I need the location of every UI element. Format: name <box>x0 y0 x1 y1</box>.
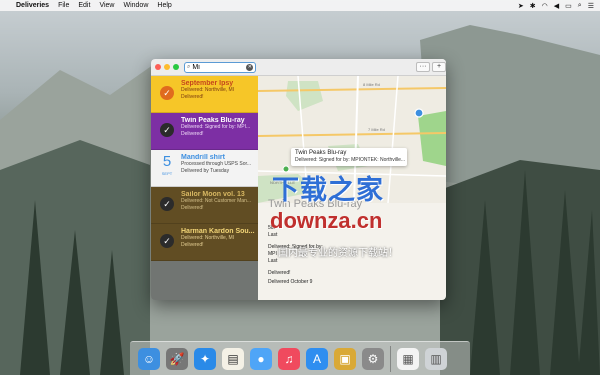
delivery-month: SEPT <box>161 171 173 176</box>
menu-extras: ➤ ✱ ◠ ◀ ▭ ⌕ ☰ <box>518 0 594 11</box>
current-location-icon[interactable] <box>414 108 424 118</box>
map-callout[interactable]: Twin Peaks Blu-ray Delivered: Signed for… <box>291 148 407 166</box>
item-title: Twin Peaks Blu-ray <box>181 117 245 124</box>
item-summary: Delivered! <box>181 205 204 211</box>
zoom-window-button[interactable] <box>173 64 179 70</box>
app-store-icon[interactable]: A <box>306 347 328 370</box>
callout-subtitle: Delivered: Signed for by: MPIONTEK: Nort… <box>295 157 406 163</box>
battery-icon[interactable]: ▭ <box>565 2 572 10</box>
bluetooth-icon[interactable]: ✱ <box>530 2 536 10</box>
menu-app-name[interactable]: Deliveries <box>16 2 49 9</box>
sidebar-titlebar: ⌕ ✕ <box>151 59 258 76</box>
dock-separator <box>390 345 391 372</box>
delivered-date: Delivered October 9 <box>268 279 313 285</box>
list-item[interactable]: ✓ Twin Peaks Blu-ray Delivered: Signed f… <box>151 113 258 150</box>
checkmark-icon: ✓ <box>160 86 174 100</box>
menu-edit[interactable]: Edit <box>78 2 90 9</box>
menu-file[interactable]: File <box>58 2 69 9</box>
itunes-icon[interactable]: ♫ <box>278 347 300 370</box>
item-summary: Delivered! <box>181 131 204 137</box>
item-title: September Ipsy <box>181 80 234 87</box>
item-title: Harman Kardon Sou... <box>181 228 255 235</box>
deliveries-list: ✓ September Ipsy Delivered: Northville, … <box>151 76 258 261</box>
menu-bar: Deliveries File Edit View Window Help ➤ … <box>0 0 600 11</box>
list-item[interactable]: 5 SEPT Mandrill shirt Processed through … <box>151 150 258 187</box>
messages-icon[interactable]: ● <box>250 347 272 370</box>
search-field[interactable]: ⌕ ✕ <box>184 62 256 73</box>
system-preferences-icon[interactable]: ⚙ <box>362 347 384 370</box>
item-status: Delivered: Signed for by: MPI... <box>181 124 251 130</box>
trash-icon[interactable]: ▥ <box>425 347 447 370</box>
item-status: Delivered: Northville, MI <box>181 87 235 93</box>
search-input[interactable] <box>190 63 245 72</box>
deliveries-app-icon[interactable]: ▣ <box>334 347 356 370</box>
deliveries-sidebar: ⌕ ✕ ✓ September Ipsy Delivered: Northvil… <box>151 59 258 300</box>
launchpad-icon[interactable]: 🚀 <box>166 347 188 370</box>
clear-search-icon[interactable]: ✕ <box>246 64 254 71</box>
delivered-label: Delivered! <box>268 270 291 276</box>
road-label: 7 Mile Rd <box>368 127 385 132</box>
finder-icon[interactable]: ☺ <box>138 347 160 370</box>
item-status: Processed through USPS Sor... <box>181 161 252 167</box>
checkmark-icon: ✓ <box>160 197 174 211</box>
list-item[interactable]: ✓ Sailor Moon vol. 13 Delivered: Not Cus… <box>151 187 258 224</box>
callout-title: Twin Peaks Blu-ray <box>295 150 347 156</box>
status-line: MPI <box>268 251 277 257</box>
documents-icon[interactable]: ▦ <box>397 347 419 370</box>
item-status: Delivered: Northville, MI <box>181 235 235 241</box>
item-summary: Delivered! <box>181 242 204 248</box>
minimize-window-button[interactable] <box>164 64 170 70</box>
detail-toolbar: ··· + <box>258 59 446 76</box>
delivery-day: 5 <box>162 153 172 170</box>
wifi-icon[interactable]: ◠ <box>542 2 548 10</box>
location-icon[interactable]: ➤ <box>518 2 524 10</box>
item-status: Delivered: Not Customer Man... <box>181 198 252 204</box>
volume-icon[interactable]: ◀ <box>554 2 559 10</box>
dock: ☺ 🚀 ✦ ▤ ● ♫ A ▣ ⚙ ▦ ▥ <box>130 341 470 375</box>
checkmark-icon: ✓ <box>160 234 174 248</box>
checkmark-icon: ✓ <box>160 123 174 137</box>
more-button[interactable]: ··· <box>416 62 430 72</box>
status-line: Last <box>268 258 278 264</box>
list-item[interactable]: ✓ September Ipsy Delivered: Northville, … <box>151 76 258 113</box>
contacts-icon[interactable]: ▤ <box>222 347 244 370</box>
item-title: Mandrill shirt <box>181 154 225 161</box>
item-summary: Delivered by Tuesday <box>181 168 230 174</box>
menu-view[interactable]: View <box>99 2 114 9</box>
list-item[interactable]: ✓ Harman Kardon Sou... Delivered: Northv… <box>151 224 258 261</box>
menu-help[interactable]: Help <box>157 2 171 9</box>
item-title: Sailor Moon vol. 13 <box>181 191 245 198</box>
item-summary: Delivered! <box>181 94 204 100</box>
safari-icon[interactable]: ✦ <box>194 347 216 370</box>
menu-window[interactable]: Window <box>123 2 148 9</box>
add-button[interactable]: + <box>432 62 446 72</box>
watermark-logo: 下载之家 <box>272 175 384 205</box>
road-label: 8 Mile Rd <box>363 82 380 87</box>
watermark-tagline: 国内最专业的资源下载站！ <box>278 248 398 259</box>
notification-center-icon[interactable]: ☰ <box>588 2 594 10</box>
close-window-button[interactable] <box>155 64 161 70</box>
watermark-url: downza.cn <box>270 208 383 233</box>
spotlight-icon[interactable]: ⌕ <box>578 2 582 10</box>
